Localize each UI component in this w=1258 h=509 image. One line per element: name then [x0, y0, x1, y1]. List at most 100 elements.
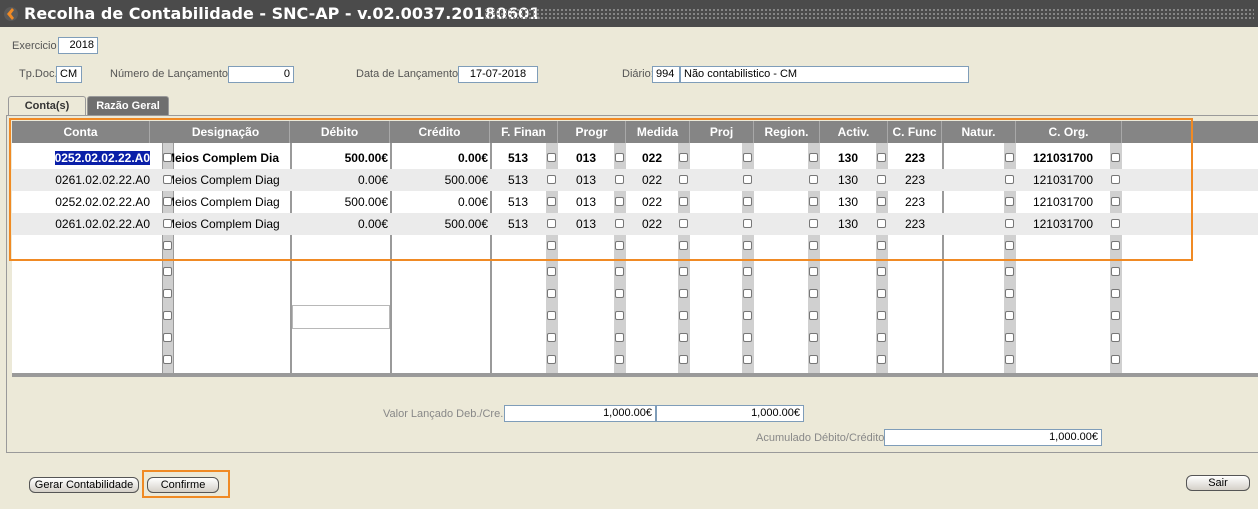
natur-cell[interactable]	[942, 213, 1004, 235]
row-checkbox[interactable]	[743, 333, 752, 342]
activ-cell[interactable]: 130	[820, 147, 876, 169]
progr-cell[interactable]: 013	[558, 147, 614, 169]
ffinan-cell[interactable]: 513	[490, 147, 546, 169]
row-checkbox[interactable]	[1111, 153, 1120, 162]
row-checkbox[interactable]	[809, 175, 818, 184]
conta-cell[interactable]: 0261.02.02.22.A0	[42, 213, 150, 235]
row-checkbox[interactable]	[615, 197, 624, 206]
col-header-activ[interactable]: Activ.	[820, 121, 888, 143]
corg-cell[interactable]: 121031700	[1016, 213, 1110, 235]
row-checkbox[interactable]	[1005, 241, 1014, 250]
row-checkbox[interactable]	[877, 355, 886, 364]
row-checkbox[interactable]	[547, 311, 556, 320]
row-checkbox[interactable]	[1111, 197, 1120, 206]
row-checkbox[interactable]	[1005, 311, 1014, 320]
confirme-button[interactable]: Confirme	[147, 477, 219, 493]
row-checkbox[interactable]	[877, 241, 886, 250]
row-checkbox[interactable]	[1005, 175, 1014, 184]
row-checkbox[interactable]	[547, 197, 556, 206]
debito-cell[interactable]: 0.00€	[292, 213, 388, 235]
row-checkbox[interactable]	[1111, 267, 1120, 276]
row-checkbox[interactable]	[547, 219, 556, 228]
natur-cell[interactable]	[942, 147, 1004, 169]
row-checkbox[interactable]	[877, 197, 886, 206]
proj-cell[interactable]	[690, 169, 742, 191]
row-checkbox[interactable]	[163, 355, 172, 364]
row-checkbox[interactable]	[877, 175, 886, 184]
activ-cell[interactable]: 130	[820, 191, 876, 213]
credito-cell[interactable]: 500.00€	[392, 169, 488, 191]
row-checkbox[interactable]	[163, 311, 172, 320]
designacao-cell[interactable]: Meios Complem Diag	[165, 191, 289, 213]
row-checkbox[interactable]	[743, 197, 752, 206]
col-header-credito[interactable]: Crédito	[390, 121, 490, 143]
corg-cell[interactable]: 121031700	[1016, 147, 1110, 169]
row-checkbox[interactable]	[1005, 333, 1014, 342]
cfunc-cell[interactable]: 223	[888, 147, 942, 169]
row-checkbox[interactable]	[679, 267, 688, 276]
region-cell[interactable]	[754, 147, 808, 169]
conta-cell[interactable]: 0261.02.02.22.A0	[42, 169, 150, 191]
row-checkbox[interactable]	[1005, 289, 1014, 298]
row-checkbox[interactable]	[163, 289, 172, 298]
numero-lancamento-field[interactable]: 0	[228, 66, 294, 83]
row-checkbox[interactable]	[743, 175, 752, 184]
row-checkbox[interactable]	[809, 153, 818, 162]
tpdoc-field[interactable]: CM	[56, 66, 82, 83]
row-checkbox[interactable]	[163, 219, 172, 228]
row-checkbox[interactable]	[743, 311, 752, 320]
row-checkbox[interactable]	[615, 219, 624, 228]
col-header-cfunc[interactable]: C. Func	[888, 121, 942, 143]
row-checkbox[interactable]	[615, 153, 624, 162]
row-checkbox[interactable]	[809, 289, 818, 298]
col-header-medida[interactable]: Medida	[626, 121, 690, 143]
row-checkbox[interactable]	[1005, 219, 1014, 228]
row-checkbox[interactable]	[809, 333, 818, 342]
row-checkbox[interactable]	[1111, 333, 1120, 342]
row-checkbox[interactable]	[743, 153, 752, 162]
credito-cell[interactable]: 0.00€	[392, 191, 488, 213]
col-header-proj[interactable]: Proj	[690, 121, 754, 143]
region-cell[interactable]	[754, 169, 808, 191]
row-checkbox[interactable]	[1111, 241, 1120, 250]
col-header-debito[interactable]: Débito	[290, 121, 390, 143]
col-header-ffinan[interactable]: F. Finan	[490, 121, 558, 143]
tab-razao-geral[interactable]: Razão Geral	[87, 96, 169, 115]
row-checkbox[interactable]	[877, 289, 886, 298]
data-lancamento-field[interactable]: 17-07-2018	[458, 66, 538, 83]
activ-cell[interactable]: 130	[820, 169, 876, 191]
cfunc-cell[interactable]: 223	[888, 169, 942, 191]
row-checkbox[interactable]	[679, 289, 688, 298]
row-checkbox[interactable]	[809, 311, 818, 320]
row-checkbox[interactable]	[743, 355, 752, 364]
row-checkbox[interactable]	[1111, 175, 1120, 184]
credito-cell[interactable]: 0.00€	[392, 147, 488, 169]
medida-cell[interactable]: 022	[626, 213, 678, 235]
row-checkbox[interactable]	[615, 267, 624, 276]
debito-cell[interactable]: 500.00€	[292, 191, 388, 213]
row-checkbox[interactable]	[679, 153, 688, 162]
row-checkbox[interactable]	[615, 311, 624, 320]
row-checkbox[interactable]	[1005, 355, 1014, 364]
table-row[interactable]: 0261.02.02.22.A0 Meios Complem Diag 0.00…	[12, 213, 1258, 235]
conta-cell[interactable]: 0252.02.02.22.A0	[42, 191, 150, 213]
row-checkbox[interactable]	[615, 241, 624, 250]
row-checkbox[interactable]	[679, 175, 688, 184]
natur-cell[interactable]	[942, 191, 1004, 213]
sair-button[interactable]: Sair	[1186, 475, 1250, 491]
proj-cell[interactable]	[690, 147, 742, 169]
row-checkbox[interactable]	[163, 267, 172, 276]
row-checkbox[interactable]	[163, 153, 172, 162]
debito-cell[interactable]: 0.00€	[292, 169, 388, 191]
table-row[interactable]: 0252.02.02.22.A0 Meios Complem Dia 500.0…	[12, 147, 1258, 169]
diario-code-field[interactable]: 994	[652, 66, 680, 83]
row-checkbox[interactable]	[547, 289, 556, 298]
medida-cell[interactable]: 022	[626, 191, 678, 213]
debito-cell[interactable]: 500.00€	[292, 147, 388, 169]
ffinan-cell[interactable]: 513	[490, 213, 546, 235]
designacao-cell[interactable]: Meios Complem Diag	[165, 169, 289, 191]
row-checkbox[interactable]	[679, 219, 688, 228]
row-checkbox[interactable]	[615, 175, 624, 184]
row-checkbox[interactable]	[547, 333, 556, 342]
proj-cell[interactable]	[690, 191, 742, 213]
